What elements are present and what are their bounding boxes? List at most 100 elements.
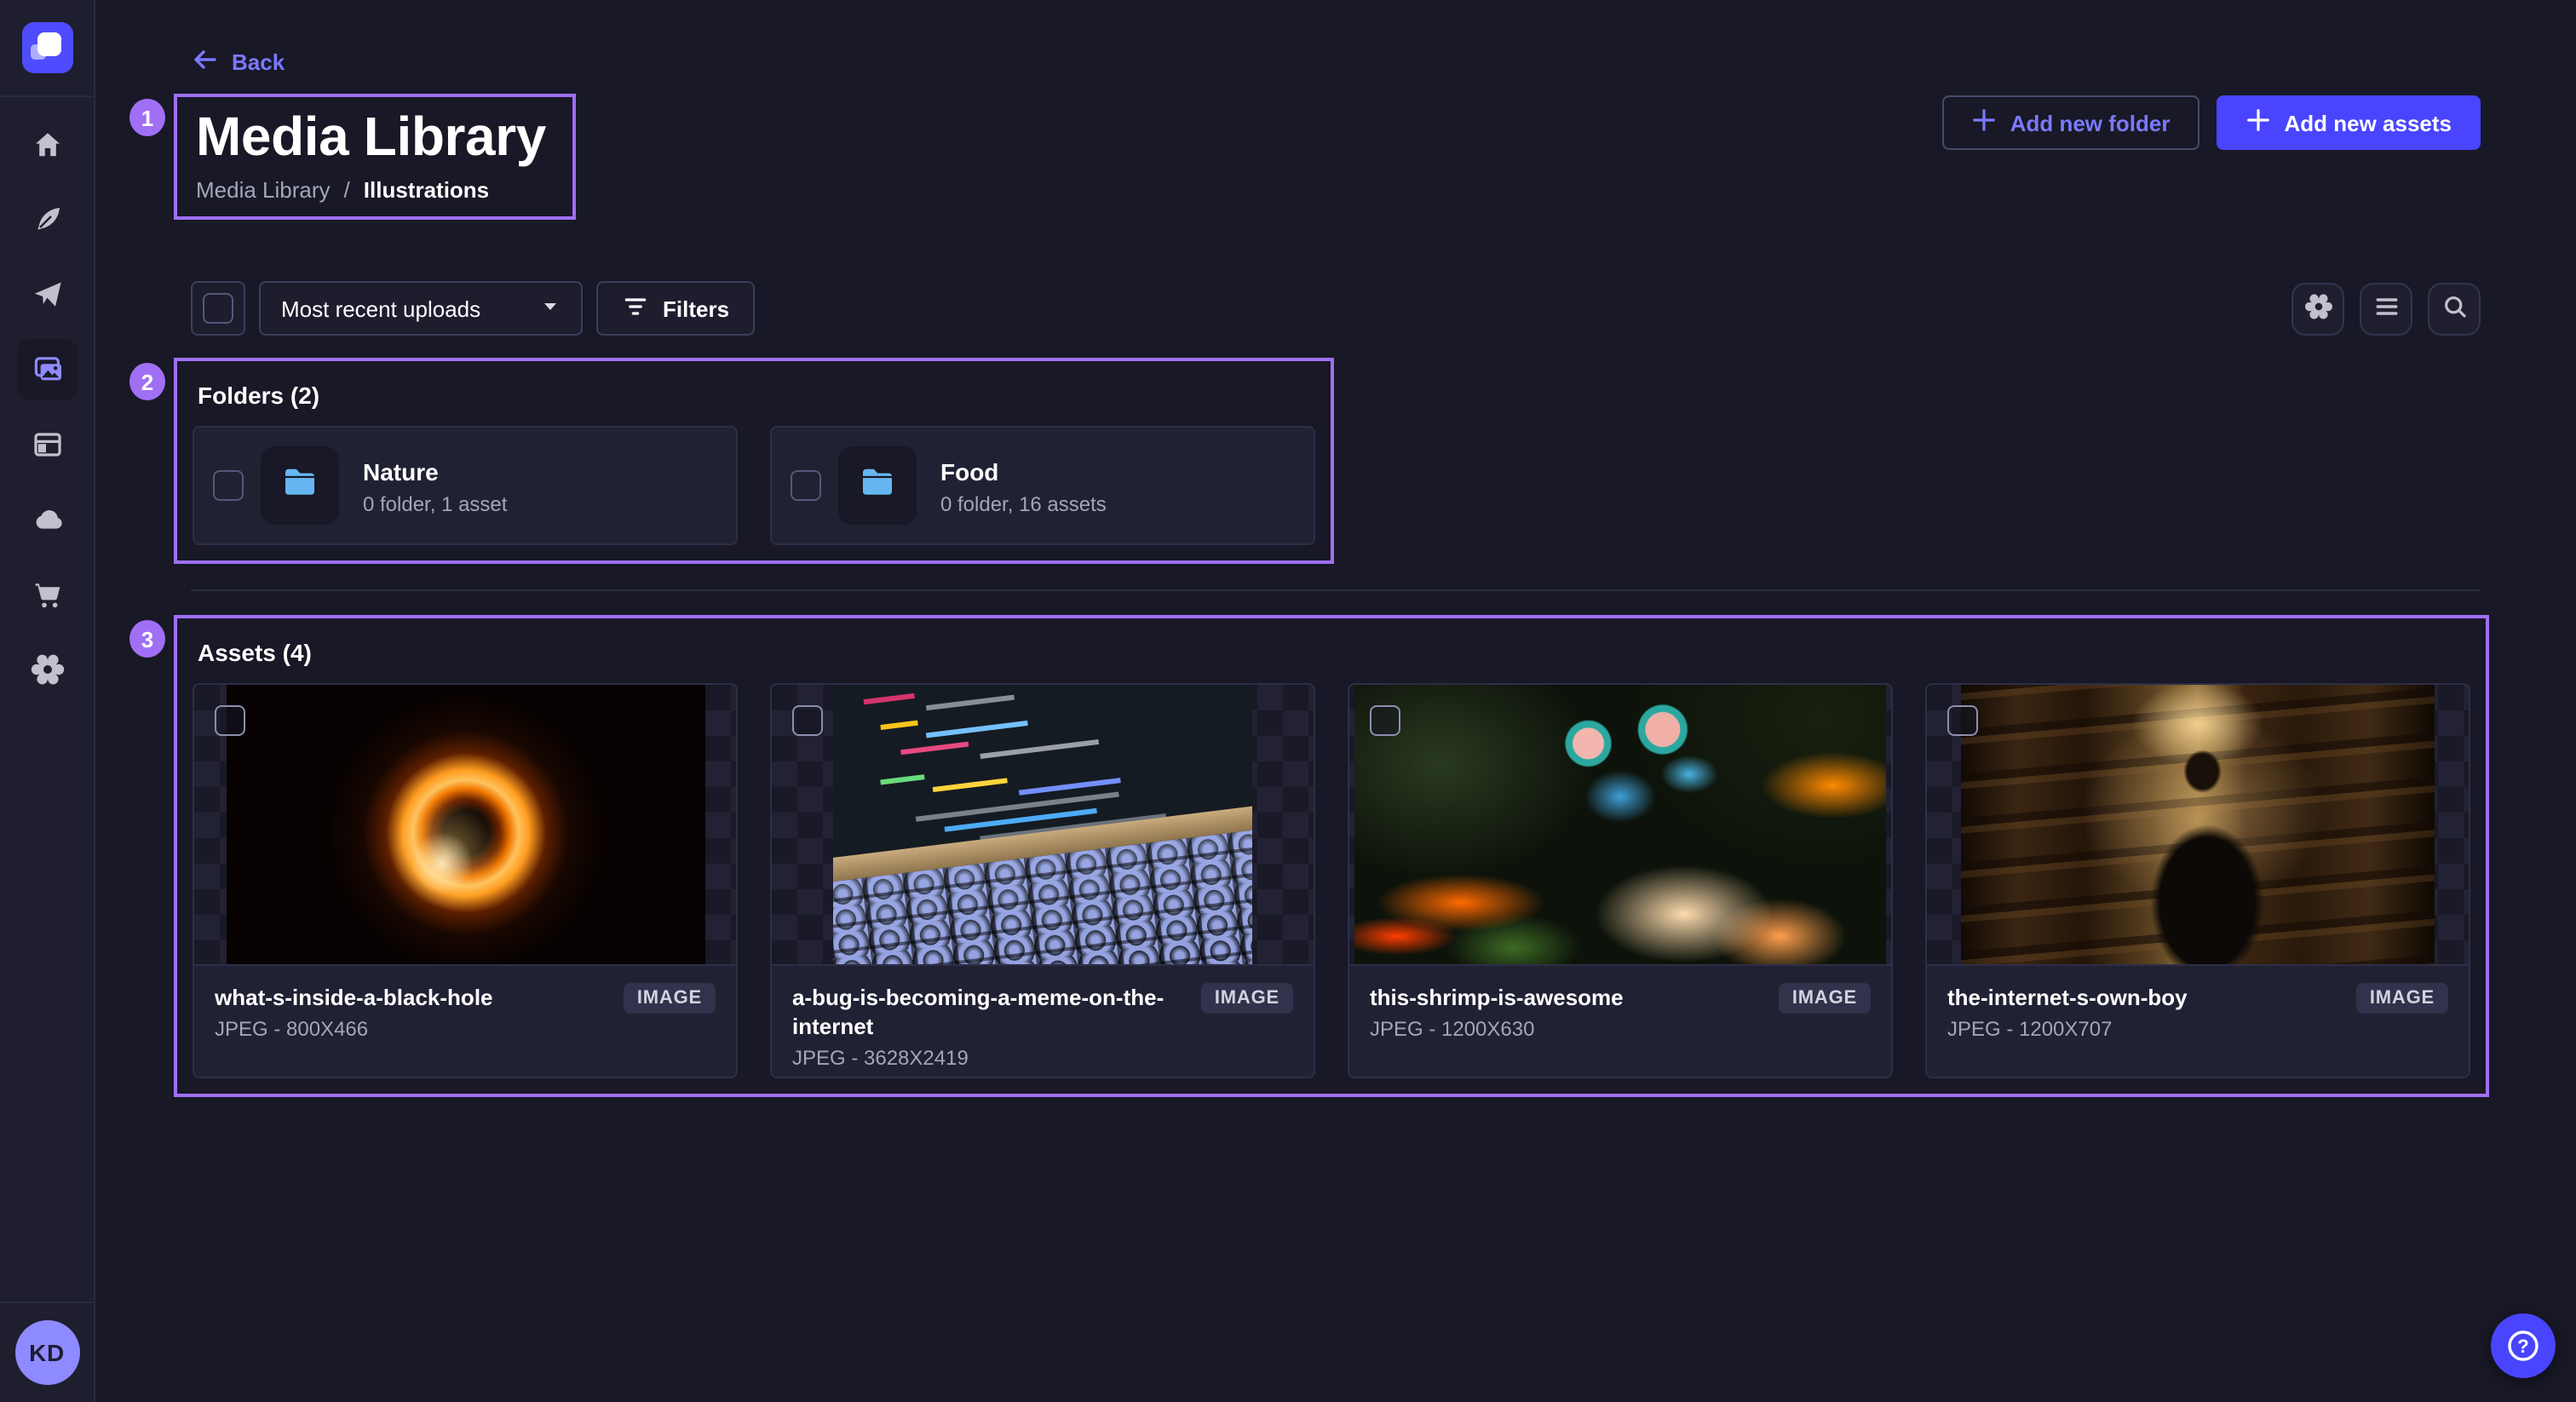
folder-icon [279, 461, 320, 510]
breadcrumb-root[interactable]: Media Library [196, 177, 331, 203]
asset-image-mantis-shrimp [1354, 685, 1886, 964]
sidebar-footer: KD [0, 1301, 94, 1402]
sidebar-item-home[interactable] [16, 114, 78, 175]
folder-thumb [261, 446, 339, 525]
media-library-page: KD Back 1 Media Library Media Library / … [0, 0, 2576, 1402]
sort-select[interactable]: Most recent uploads [259, 281, 583, 336]
asset-card-shrimp[interactable]: this-shrimp-is-awesome JPEG - 1200X630 I… [1348, 683, 1893, 1078]
filter-icon [622, 292, 649, 325]
header-actions: Add new folder Add new assets [1942, 95, 2481, 150]
asset-image-library [1961, 685, 2435, 964]
svg-text:?: ? [2517, 1336, 2528, 1357]
select-all-checkbox-container[interactable] [191, 281, 245, 336]
cloud-icon [30, 503, 64, 537]
settings-button[interactable] [2291, 282, 2344, 335]
search-button[interactable] [2428, 282, 2481, 335]
asset-card-black-hole[interactable]: what-s-inside-a-black-hole JPEG - 800X46… [193, 683, 738, 1078]
sidebar-item-releases[interactable] [16, 264, 78, 325]
asset-card-body: a-bug-is-becoming-a-meme-on-the-internet… [772, 964, 1314, 1078]
filters-label: Filters [663, 296, 729, 321]
toolbar: Most recent uploads Filters [191, 281, 2481, 336]
folder-meta: 0 folder, 1 asset [363, 491, 507, 515]
plus-icon [1971, 107, 1997, 138]
sidebar-item-content-type-builder[interactable] [16, 414, 78, 475]
asset-card-body: what-s-inside-a-black-hole JPEG - 800X46… [194, 964, 736, 1078]
back-label: Back [232, 49, 285, 75]
asset-image-black-hole [226, 685, 704, 964]
asset-type-badge: IMAGE [2356, 983, 2448, 1014]
folder-meta: 0 folder, 16 assets [940, 491, 1107, 515]
asset-checkbox[interactable] [1370, 705, 1400, 736]
sidebar-logo-wrap [0, 0, 94, 97]
sidebar-item-marketplace[interactable] [16, 564, 78, 625]
chevron-down-icon [540, 296, 561, 321]
folder-name: Nature [363, 456, 507, 486]
annotation-box-2: 2 Folders (2) Nature 0 folder, 1 asset [174, 358, 1334, 564]
sidebar-item-settings[interactable] [16, 639, 78, 700]
plus-icon [2245, 107, 2270, 138]
asset-card-body: this-shrimp-is-awesome JPEG - 1200X630 I… [1349, 964, 1891, 1078]
folder-thumb [838, 446, 917, 525]
back-link[interactable]: Back [191, 46, 285, 78]
folder-name: Food [940, 456, 1107, 486]
annotation-badge-3: 3 [129, 620, 165, 658]
add-new-folder-label: Add new folder [2010, 110, 2171, 135]
add-new-assets-button[interactable]: Add new assets [2216, 95, 2481, 150]
sidebar-nav [0, 114, 94, 700]
home-icon [30, 128, 64, 162]
asset-meta: JPEG - 1200X707 [1947, 1017, 2448, 1041]
breadcrumb: Media Library / Illustrations [196, 177, 546, 203]
folder-icon [857, 461, 898, 510]
list-view-button[interactable] [2360, 282, 2412, 335]
sidebar-item-content[interactable] [16, 189, 78, 250]
folder-card-food[interactable]: Food 0 folder, 16 assets [770, 426, 1315, 545]
folder-info: Food 0 folder, 16 assets [940, 456, 1107, 515]
annotation-box-1: 1 Media Library Media Library / Illustra… [174, 94, 577, 220]
asset-type-badge: IMAGE [1779, 983, 1871, 1014]
gear-icon [30, 652, 64, 687]
breadcrumb-current: Illustrations [364, 177, 489, 203]
asset-card-bug-meme[interactable]: a-bug-is-becoming-a-meme-on-the-internet… [770, 683, 1315, 1078]
sort-select-value: Most recent uploads [281, 296, 480, 321]
asset-image-laptop-code [833, 685, 1252, 964]
folder-checkbox[interactable] [791, 470, 821, 501]
asset-preview [194, 685, 736, 964]
toolbar-left: Most recent uploads Filters [191, 281, 755, 336]
asset-type-badge: IMAGE [624, 983, 716, 1014]
asset-card-internets-own-boy[interactable]: the-internet-s-own-boy JPEG - 1200X707 I… [1925, 683, 2470, 1078]
asset-preview [1349, 685, 1891, 964]
breadcrumb-separator: / [344, 177, 350, 203]
strapi-logo-icon[interactable] [21, 22, 72, 73]
annotation-badge-1: 1 [129, 99, 165, 136]
media-library-icon [30, 353, 64, 387]
sidebar-item-media-library[interactable] [16, 339, 78, 400]
annotation-badge-2: 2 [129, 363, 165, 400]
folder-grid: Nature 0 folder, 1 asset Food 0 folder, … [193, 426, 1315, 545]
toolbar-right [2291, 282, 2481, 335]
sidebar: KD [0, 0, 95, 1402]
asset-checkbox[interactable] [792, 705, 823, 736]
asset-preview [772, 685, 1314, 964]
add-new-folder-button[interactable]: Add new folder [1942, 95, 2199, 150]
asset-preview [1927, 685, 2469, 964]
filters-button[interactable]: Filters [596, 281, 755, 336]
folder-checkbox[interactable] [213, 470, 244, 501]
assets-heading: Assets (4) [198, 639, 2470, 666]
user-avatar[interactable]: KD [14, 1320, 79, 1385]
add-new-assets-label: Add new assets [2284, 110, 2452, 135]
cart-icon [30, 577, 64, 612]
asset-checkbox[interactable] [1947, 705, 1978, 736]
help-button[interactable]: ? [2491, 1313, 2556, 1378]
asset-checkbox[interactable] [215, 705, 245, 736]
asset-meta: JPEG - 1200X630 [1370, 1017, 1871, 1041]
asset-meta: JPEG - 800X466 [215, 1017, 716, 1041]
select-all-checkbox[interactable] [203, 293, 233, 324]
asset-grid: what-s-inside-a-black-hole JPEG - 800X46… [193, 683, 2470, 1078]
layout-icon [30, 428, 64, 462]
paper-plane-icon [30, 278, 64, 312]
folder-card-nature[interactable]: Nature 0 folder, 1 asset [193, 426, 738, 545]
folders-heading: Folders (2) [198, 382, 1315, 409]
folder-info: Nature 0 folder, 1 asset [363, 456, 507, 515]
search-icon [2441, 292, 2468, 325]
sidebar-item-deploy[interactable] [16, 489, 78, 550]
